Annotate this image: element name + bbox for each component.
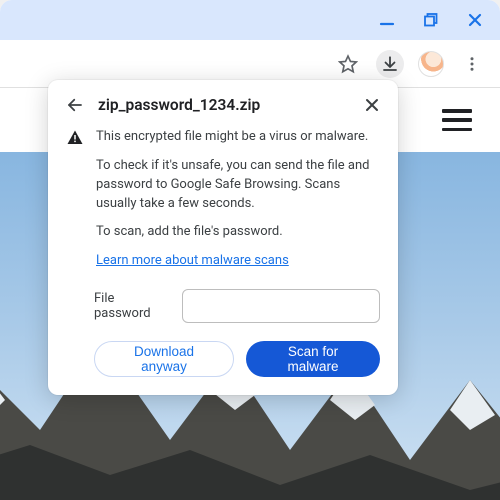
popover-header: zip_password_1234.zip <box>66 96 380 114</box>
password-field-row: File password <box>66 289 380 323</box>
popover-body: This encrypted file might be a virus or … <box>66 128 380 281</box>
popover-filename: zip_password_1234.zip <box>98 96 350 114</box>
download-anyway-button[interactable]: Download anyway <box>94 341 234 377</box>
star-icon[interactable] <box>334 50 362 78</box>
file-password-input[interactable] <box>182 289 380 323</box>
popover-button-row: Download anyway Scan for malware <box>66 341 380 377</box>
scan-for-malware-button[interactable]: Scan for malware <box>246 341 380 377</box>
learn-more-link[interactable]: Learn more about malware scans <box>96 253 289 268</box>
download-warning-popover: zip_password_1234.zip This encrypted fil… <box>48 80 398 395</box>
minimize-button[interactable] <box>376 9 398 31</box>
explain-text: To check if it's unsafe, you can send th… <box>96 157 380 214</box>
warning-text: This encrypted file might be a virus or … <box>96 128 380 147</box>
password-label: File password <box>94 291 170 321</box>
download-icon[interactable] <box>376 50 404 78</box>
popover-close-icon[interactable] <box>364 97 380 113</box>
kebab-menu-icon[interactable] <box>458 50 486 78</box>
browser-window: zip_password_1234.zip This encrypted fil… <box>0 0 500 500</box>
restore-button[interactable] <box>420 9 442 31</box>
window-titlebar <box>0 0 500 40</box>
profile-avatar[interactable] <box>418 51 444 77</box>
window-close-button[interactable] <box>464 9 486 31</box>
instruction-text: To scan, add the file's password. <box>96 223 380 242</box>
warning-triangle-icon <box>66 128 84 281</box>
back-arrow-icon[interactable] <box>66 96 84 114</box>
hamburger-menu-icon[interactable] <box>442 109 472 131</box>
